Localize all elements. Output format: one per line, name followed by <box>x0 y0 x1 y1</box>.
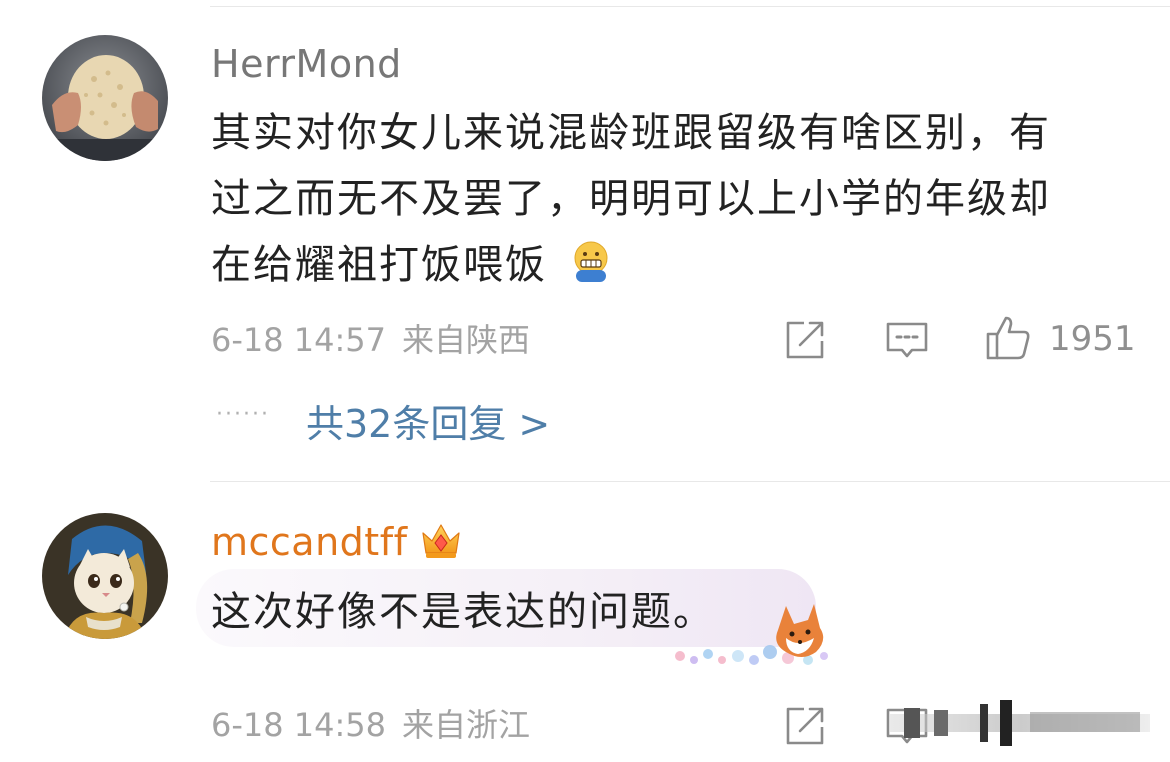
username[interactable]: mccandtff <box>211 519 407 565</box>
obscured-actions-strip <box>890 700 1150 746</box>
comment-item: mccandtff 这次好像不是表达的问题。 6-18 14:58 来自浙江 <box>0 0 1170 762</box>
comment-list: HerrMond 其实对你女儿来说混龄班跟留级有啥区别，有 过之而无不及罢了，明… <box>0 0 1170 762</box>
crown-badge-icon[interactable] <box>419 519 463 563</box>
comment-text: 这次好像不是表达的问题。 <box>211 589 715 635</box>
fox-flower-decoration-icon <box>675 604 828 665</box>
comment-meta: 6-18 14:58 来自浙江 <box>211 705 530 745</box>
share-icon[interactable] <box>782 703 828 749</box>
comment-location: 来自浙江 <box>402 706 531 744</box>
avatar[interactable] <box>42 513 168 639</box>
comment-date: 6-18 14:58 <box>211 706 387 744</box>
avatar-image <box>42 513 168 639</box>
